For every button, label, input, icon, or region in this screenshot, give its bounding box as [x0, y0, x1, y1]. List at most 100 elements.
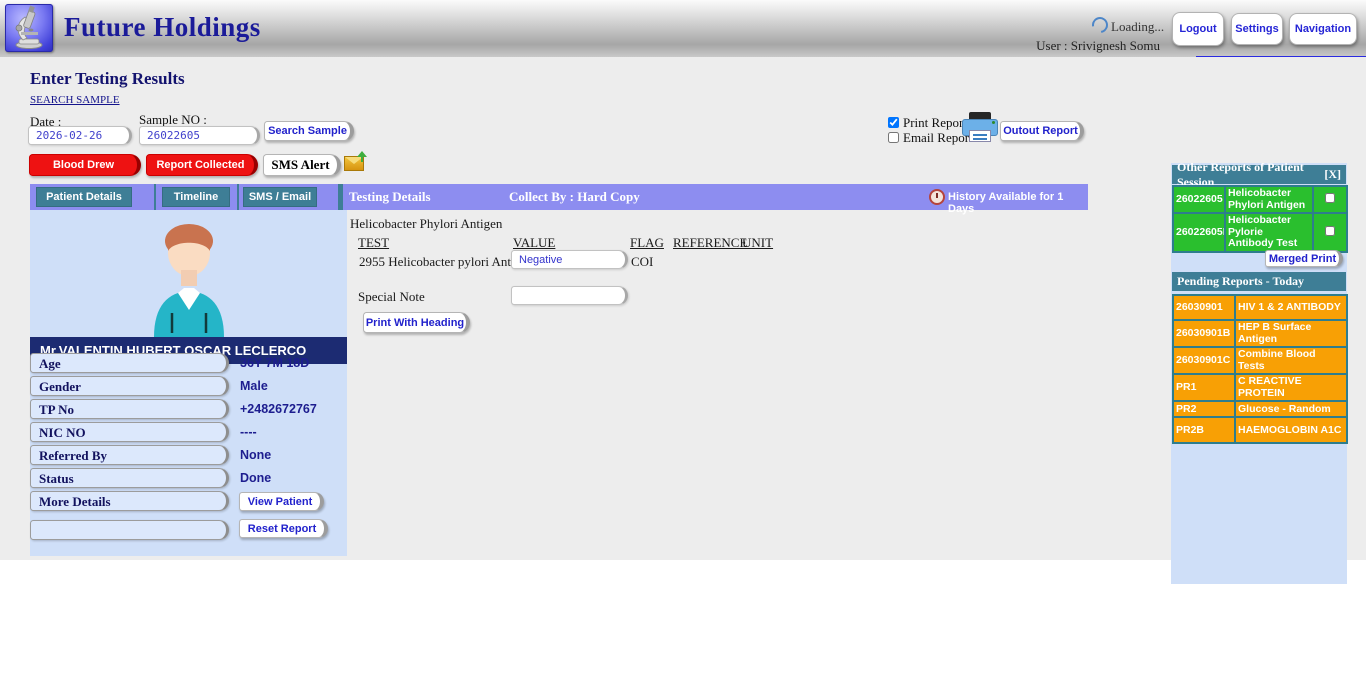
patient-avatar [154, 224, 224, 337]
loading-label: Loading... [1111, 19, 1165, 34]
user-label: User : Srivignesh Somu [1036, 38, 1160, 53]
field-value-nic-no: ---- [240, 425, 257, 439]
report-id[interactable]: 26022605 [1172, 184, 1226, 215]
pending-report-row[interactable]: 26030901 HIV 1 & 2 ANTIBODY [1172, 294, 1348, 321]
other-reports-table: 26022605 Helicobacter Phylori Antigen 26… [1172, 184, 1348, 254]
email-envelope-icon[interactable] [344, 151, 367, 171]
email-report-checkbox[interactable] [888, 132, 899, 143]
testing-details-label: Testing Details [349, 189, 431, 204]
tab-separator [237, 184, 239, 210]
report-id[interactable]: PR1 [1172, 373, 1236, 403]
sample-no-input[interactable] [139, 126, 260, 145]
reports-side-panel: Other Reports of Patient Session [X] 260… [1171, 160, 1348, 584]
merged-print-button[interactable]: Merged Print [1265, 250, 1343, 267]
other-reports-header: Other Reports of Patient Session [X] [1172, 160, 1346, 189]
report-select-checkbox[interactable] [1325, 225, 1335, 236]
field-value-gender: Male [240, 379, 268, 393]
report-id[interactable]: PR2B [1172, 416, 1236, 445]
report-id[interactable]: 26022605B [1172, 212, 1226, 254]
reset-report-button[interactable]: Reset Report [239, 519, 328, 538]
field-value-age: 36Y 7M 18D [240, 356, 310, 370]
history-note: History Available for 1 Days [948, 191, 1064, 215]
section-tab-bar: Patient Details Timeline SMS / Email Tes… [30, 184, 1088, 215]
tab-timeline[interactable]: Timeline [162, 187, 230, 207]
special-note-label: Special Note [358, 289, 425, 304]
pending-report-row[interactable]: 26030901C Combine Blood Tests [1172, 346, 1348, 376]
other-report-row[interactable]: 26022605B Helicobacter Pylorie Antibody … [1172, 212, 1348, 254]
printer-icon [962, 112, 998, 144]
view-patient-button[interactable]: View Patient [239, 492, 324, 511]
column-header-test: TEST [358, 235, 390, 250]
column-header-flag: FLAG [630, 235, 664, 250]
report-name[interactable]: HEP B Surface Antigen [1234, 318, 1348, 349]
app-header: Future Holdings Loading... User : Srivig… [0, 0, 1366, 58]
close-icon[interactable]: [X] [1324, 167, 1341, 182]
test-value-input[interactable] [511, 250, 628, 269]
blood-drew-button[interactable]: Blood Drew [29, 154, 141, 176]
history-clock-icon [929, 189, 945, 205]
test-flag: COI [631, 254, 654, 269]
app-title: Future Holdings [64, 12, 261, 42]
field-label-more-details: More Details [30, 491, 229, 511]
report-id[interactable]: 26030901 [1172, 294, 1236, 321]
section-divider [338, 184, 343, 210]
field-label-age: Age [30, 353, 229, 373]
pending-report-row[interactable]: PR1 C REACTIVE PROTEIN [1172, 373, 1348, 403]
report-name[interactable]: HAEMOGLOBIN A1C [1234, 416, 1348, 445]
report-name[interactable]: Glucose - Random [1234, 400, 1348, 419]
report-name[interactable]: Combine Blood Tests [1234, 346, 1348, 376]
pending-reports-title: Pending Reports - Today [1177, 274, 1305, 288]
column-header-reference: REFERENCE [673, 235, 748, 250]
field-value-tp-no: +2482672767 [240, 402, 317, 416]
search-sample-button[interactable]: Search Sample [264, 121, 354, 141]
pending-reports-table: 26030901 HIV 1 & 2 ANTIBODY 26030901B HE… [1172, 294, 1348, 445]
tab-patient-details[interactable]: Patient Details [36, 187, 132, 207]
collect-by-label: Collect By : Hard Copy [509, 189, 640, 204]
app-window: Future Holdings Loading... User : Srivig… [0, 0, 1366, 678]
field-label-status: Status [30, 468, 229, 488]
print-with-heading-button[interactable]: Print With Heading [363, 312, 470, 333]
print-report-checkbox[interactable] [888, 117, 899, 128]
print-report-label: Print Report [903, 115, 967, 130]
report-name[interactable]: Helicobacter Pylorie Antibody Test [1224, 212, 1314, 254]
report-name[interactable]: Helicobacter Phylori Antigen [1224, 184, 1314, 215]
test-group-title: Helicobacter Phylori Antigen [350, 216, 503, 231]
app-logo [5, 4, 53, 52]
output-report-button[interactable]: Outout Report [1000, 121, 1084, 141]
sms-alert-button[interactable]: SMS Alert [263, 154, 341, 176]
report-name[interactable]: HIV 1 & 2 ANTIBODY [1234, 294, 1348, 321]
report-name[interactable]: C REACTIVE PROTEIN [1234, 373, 1348, 403]
report-id[interactable]: 26030901C [1172, 346, 1236, 376]
pending-report-row[interactable]: PR2 Glucose - Random [1172, 400, 1348, 419]
pending-report-row[interactable]: PR2B HAEMOGLOBIN A1C [1172, 416, 1348, 445]
tab-sms-email[interactable]: SMS / Email [243, 187, 317, 207]
tab-separator [154, 184, 156, 210]
field-value-referred-by: None [240, 448, 272, 462]
patient-panel: Mr.VALENTIN HUBERT OSCAR LECLERCO Age 36… [30, 210, 347, 556]
settings-button[interactable]: Settings [1231, 13, 1283, 45]
loading-spinner-icon [1088, 13, 1112, 37]
report-id[interactable]: PR2 [1172, 400, 1236, 419]
column-header-unit: UNIT [742, 235, 774, 250]
field-label-referred-by: Referred By [30, 445, 229, 465]
navigation-button[interactable]: Navigation [1289, 13, 1357, 45]
pending-reports-header: Pending Reports - Today [1172, 272, 1346, 291]
column-header-value: VALUE [513, 235, 556, 250]
logout-button[interactable]: Logout [1172, 12, 1224, 46]
pending-report-row[interactable]: 26030901B HEP B Surface Antigen [1172, 318, 1348, 349]
field-label-tp-no: TP No [30, 399, 229, 419]
date-input[interactable] [28, 126, 132, 145]
special-note-input[interactable] [511, 286, 628, 305]
field-label-empty [30, 520, 229, 540]
field-label-nic-no: NIC NO [30, 422, 229, 442]
report-id[interactable]: 26030901B [1172, 318, 1236, 349]
other-report-row[interactable]: 26022605 Helicobacter Phylori Antigen [1172, 184, 1348, 215]
field-value-status: Done [240, 471, 272, 485]
search-sample-link[interactable]: SEARCH SAMPLE [30, 94, 120, 106]
microscope-icon [15, 5, 43, 49]
report-select-checkbox[interactable] [1325, 192, 1335, 203]
test-name: 2955 Helicobacter pylori Antigen [359, 254, 534, 269]
report-collected-button[interactable]: Report Collected [146, 154, 258, 176]
field-label-gender: Gender [30, 376, 229, 396]
page-title: Enter Testing Results [30, 69, 185, 88]
